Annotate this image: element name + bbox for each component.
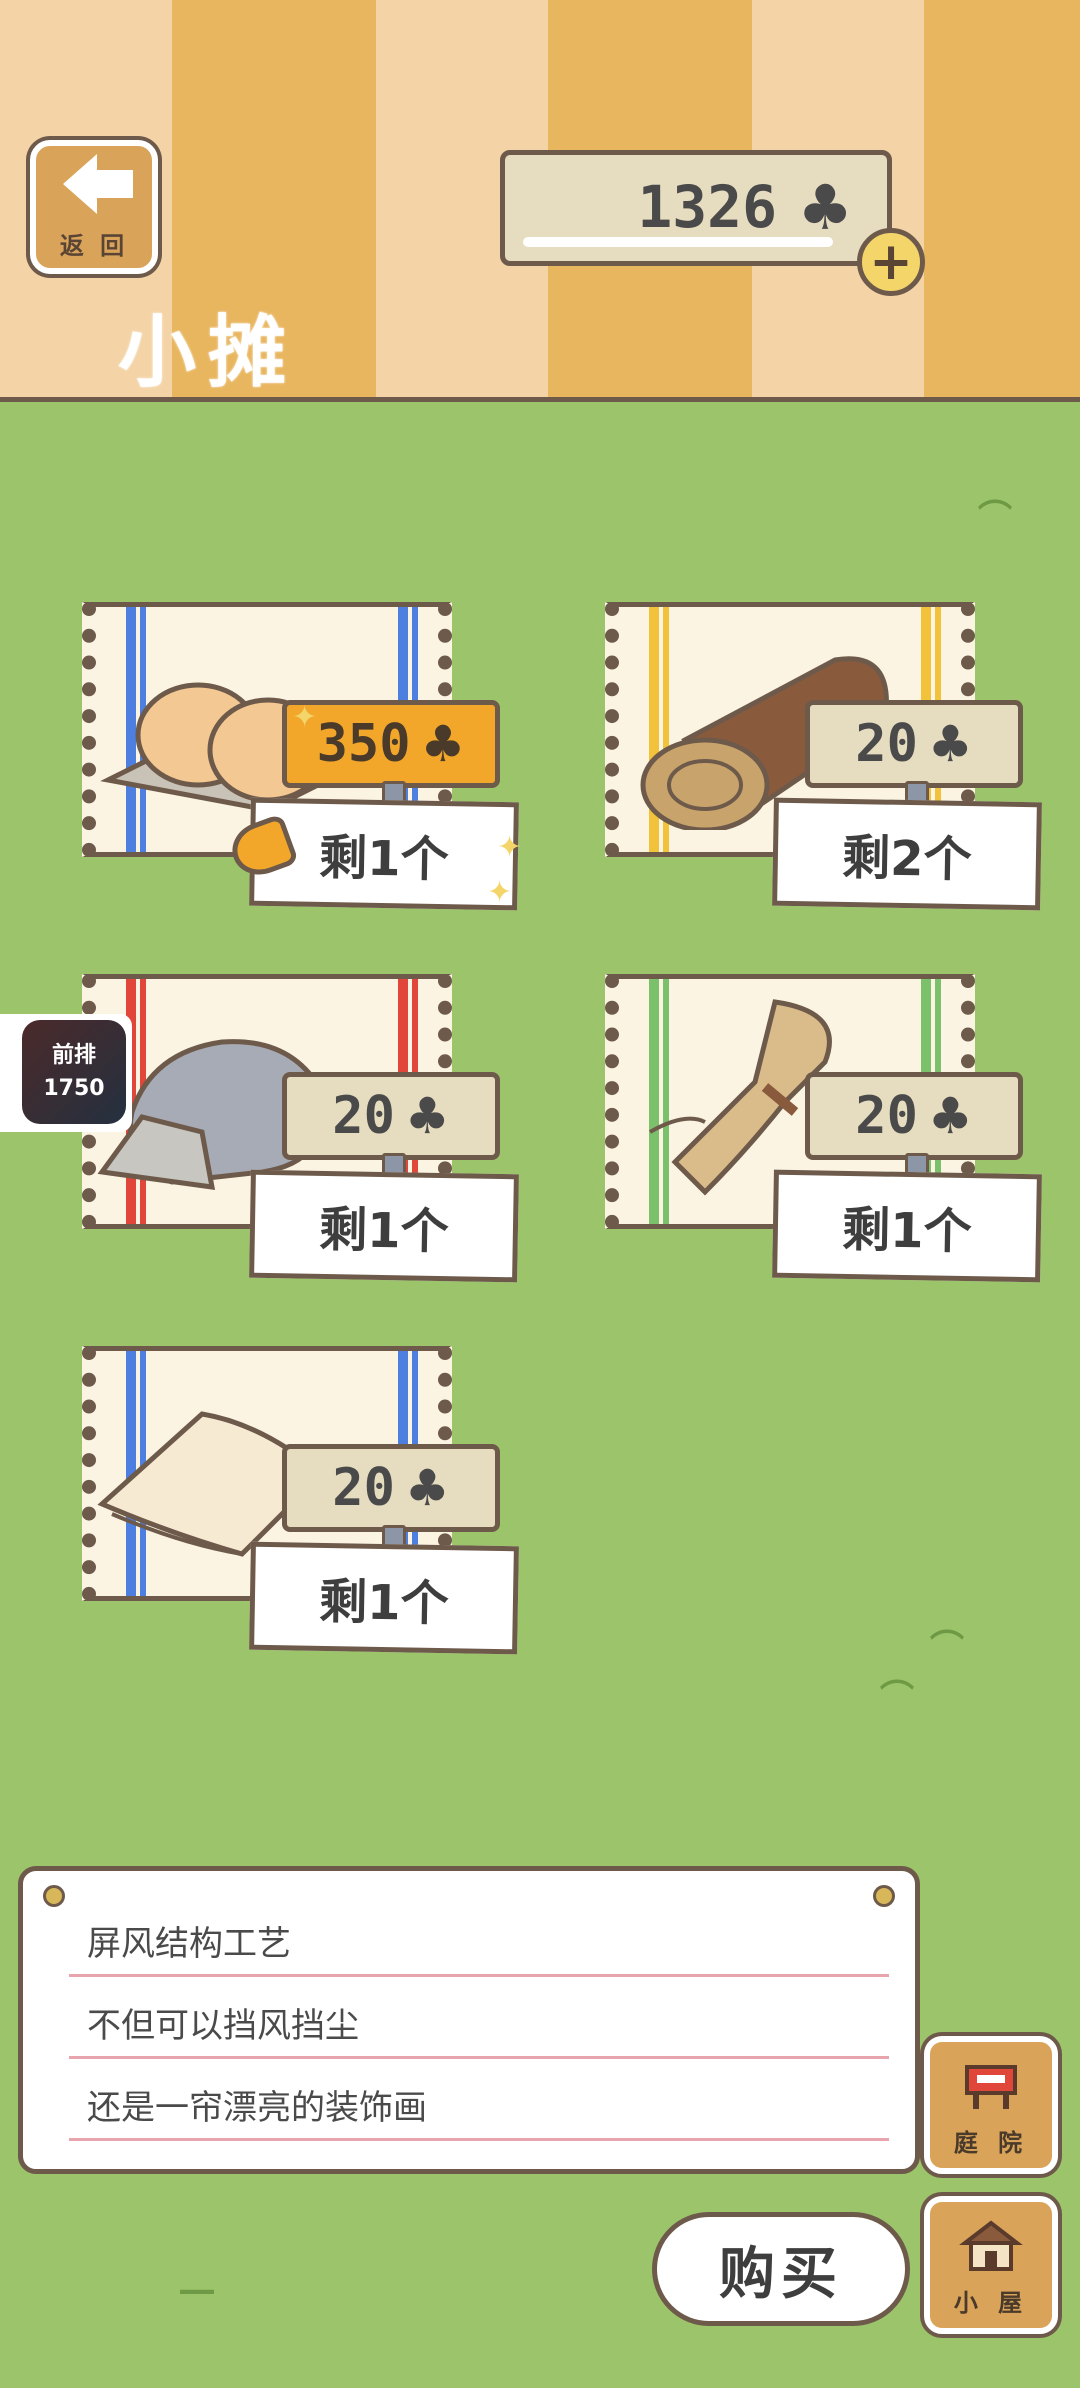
sparkle-icon: ✦ [487,875,513,910]
back-arrow-icon [63,153,133,214]
price-value: 20 [332,1458,395,1518]
clover-icon: ♣ [927,715,973,773]
shop-item-log[interactable]: 20 ♣ 剩2个 [565,590,1042,920]
shop-item-straw[interactable]: 20 ♣ 剩1个 [565,962,1042,1292]
grass-tuft-decoration: ⌒ [880,1678,914,1718]
price-value: 20 [855,714,918,774]
rank-badge[interactable]: 前排 1750 [0,1014,132,1132]
stock-label: 剩1个 [249,1541,519,1655]
buy-button[interactable]: 购买 [652,2212,910,2326]
currency-amount: 1326 [637,173,777,241]
sparkle-icon: ✦ [497,830,523,865]
house-button[interactable]: 小 屋 [924,2196,1058,2334]
price-tag: 20 ♣ [282,1072,500,1181]
price-value: 20 [855,1086,918,1146]
clover-icon: ♣ [420,715,466,773]
house-label: 小 屋 [953,2289,1029,2317]
house-icon [959,2220,1023,2271]
yard-label: 庭 院 [953,2129,1029,2157]
stock-label: 剩1个 [772,1169,1042,1283]
price-tag: 20 ♣ [805,700,1023,809]
shop-item-cloth[interactable]: 20 ♣ 剩1个 [42,1334,519,1664]
price-tag: 20 ♣ [282,1444,500,1553]
rank-badge-inner: 前排 1750 [22,1020,126,1124]
sparkle-icon: ✦ [292,700,318,735]
clover-icon: ♣ [404,1459,450,1517]
pin-icon [43,1885,65,1907]
page-title: 小摊 [118,308,299,398]
back-label: 返 回 [59,231,129,260]
price-tag: 20 ♣ [805,1072,1023,1181]
clover-icon: ♣ [797,171,853,244]
rank-badge-label: 前排 [51,1043,96,1068]
grass-tuft-decoration: ⌒ [930,1628,964,1668]
grass-tuft-decoration: ― [180,2270,214,2310]
description-line: 还是一帘漂亮的装饰画 [69,2063,889,2141]
stock-label: 剩1个 [249,1169,519,1283]
add-currency-button[interactable]: + [857,228,925,296]
price-value: 20 [332,1086,395,1146]
description-line: 屏风结构工艺 [69,1899,889,1977]
clover-icon: ♣ [927,1087,973,1145]
yard-icon [965,2065,1017,2109]
yard-button[interactable]: 庭 院 [924,2036,1058,2174]
price-value: 350 [316,714,411,774]
rank-badge-value: 1750 [43,1076,105,1101]
description-line: 不但可以挡风挡尘 [69,1981,889,2059]
back-button[interactable]: 返 回 [30,140,158,274]
shop-item-bread[interactable]: 350 ♣ 剩1个 ✦ ✦ ✦ [42,590,522,920]
stock-label: 剩2个 [772,797,1042,911]
currency-display: 1326 ♣ [500,150,892,266]
clover-icon: ♣ [404,1087,450,1145]
grass-tuft-decoration: ⌒ [978,498,1012,538]
item-description-panel: 屏风结构工艺 不但可以挡风挡尘 还是一帘漂亮的装饰画 [18,1866,920,2174]
